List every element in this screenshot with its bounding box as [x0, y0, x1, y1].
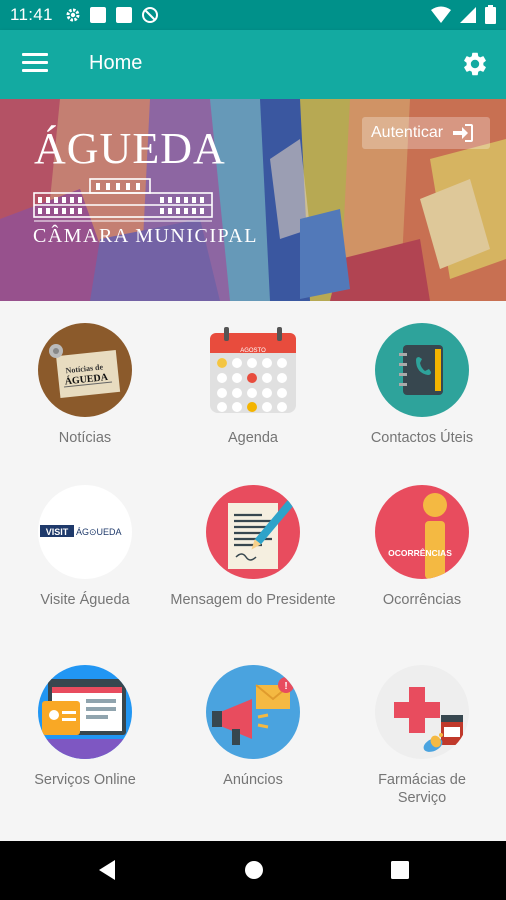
svg-text:!: !: [284, 681, 287, 692]
login-label: Autenticar: [371, 124, 444, 141]
login-button[interactable]: Autenticar: [362, 117, 490, 149]
status-time: 11:41: [10, 5, 53, 24]
tile-label: Contactos Úteis: [370, 430, 474, 446]
tile-visite-agueda[interactable]: VISIT ÁG⊙UEDA Visite Águeda: [1, 485, 169, 609]
page-title: Home: [89, 52, 143, 74]
tile-label: Notícias: [58, 430, 112, 446]
tile-label: Farmácias de Serviço: [378, 772, 466, 806]
banner-subtitle: CÂMARA MUNICIPAL: [33, 225, 258, 247]
tile-anuncios[interactable]: ! Anúncios: [169, 665, 337, 789]
wifi-icon: [431, 6, 451, 23]
tile-farmacias[interactable]: Farmácias de Serviço: [338, 665, 506, 807]
visit-agueda-logo: VISIT ÁG⊙UEDA: [38, 485, 132, 579]
banner-title: ÁGUEDA: [34, 124, 226, 173]
tile-contactos-uteis[interactable]: Contactos Úteis: [338, 323, 506, 447]
do-not-disturb-icon: [141, 7, 158, 23]
system-nav-bar: [0, 841, 506, 900]
home-icon[interactable]: [244, 859, 264, 881]
login-icon: [453, 124, 474, 142]
megaphone-icon: !: [206, 665, 300, 759]
signal-icon: [460, 6, 476, 23]
occurrences-badge: OCORRÊNCIAS: [388, 547, 452, 558]
pharmacy-icon: [375, 665, 469, 759]
menu-icon[interactable]: [22, 53, 48, 75]
calendar-month: AGOSTO: [240, 348, 266, 354]
tile-label: Agenda: [228, 430, 278, 446]
tile-ocorrencias[interactable]: OCORRÊNCIAS Ocorrências: [338, 485, 506, 609]
tile-label: Visite Águeda: [40, 592, 130, 608]
tile-noticias[interactable]: Notícias de ÁGUEDA Notícias: [1, 323, 169, 447]
tile-servicos-online[interactable]: Serviços Online: [1, 665, 169, 789]
menu-grid: Notícias de ÁGUEDA Notícias AGOSTO Agend…: [0, 301, 506, 841]
back-icon[interactable]: [97, 859, 117, 881]
tile-label: Mensagem do Presidente: [170, 592, 336, 608]
online-services-icon: [38, 665, 132, 759]
logo-visit: VISIT: [46, 527, 69, 537]
hero-banner: ÁGUEDA CÂMARA MUNICIPAL Autenticar: [0, 99, 506, 301]
settings-gear-icon[interactable]: [461, 50, 489, 78]
notification-square-icon: [115, 7, 132, 23]
notification-square-icon: [89, 7, 106, 23]
logo-agueda: ÁG⊙UEDA: [76, 527, 122, 537]
gear-status-icon: [66, 8, 80, 22]
battery-icon: [485, 5, 496, 24]
tile-label: Ocorrências: [382, 592, 462, 608]
tile-label: Serviços Online: [34, 772, 136, 788]
tile-mensagem-presidente[interactable]: Mensagem do Presidente: [169, 485, 337, 609]
tile-label: Anúncios: [223, 772, 283, 788]
address-book-icon: [375, 323, 469, 417]
recents-icon[interactable]: [390, 859, 410, 881]
status-bar: 11:41: [0, 0, 506, 30]
calendar-icon: AGOSTO: [206, 323, 300, 417]
app-bar: Home: [0, 30, 506, 99]
document-pen-icon: [206, 485, 300, 579]
occurrences-icon: OCORRÊNCIAS: [375, 485, 469, 579]
newspaper-icon: Notícias de ÁGUEDA: [38, 323, 132, 417]
tile-agenda[interactable]: AGOSTO Agenda: [169, 323, 337, 447]
